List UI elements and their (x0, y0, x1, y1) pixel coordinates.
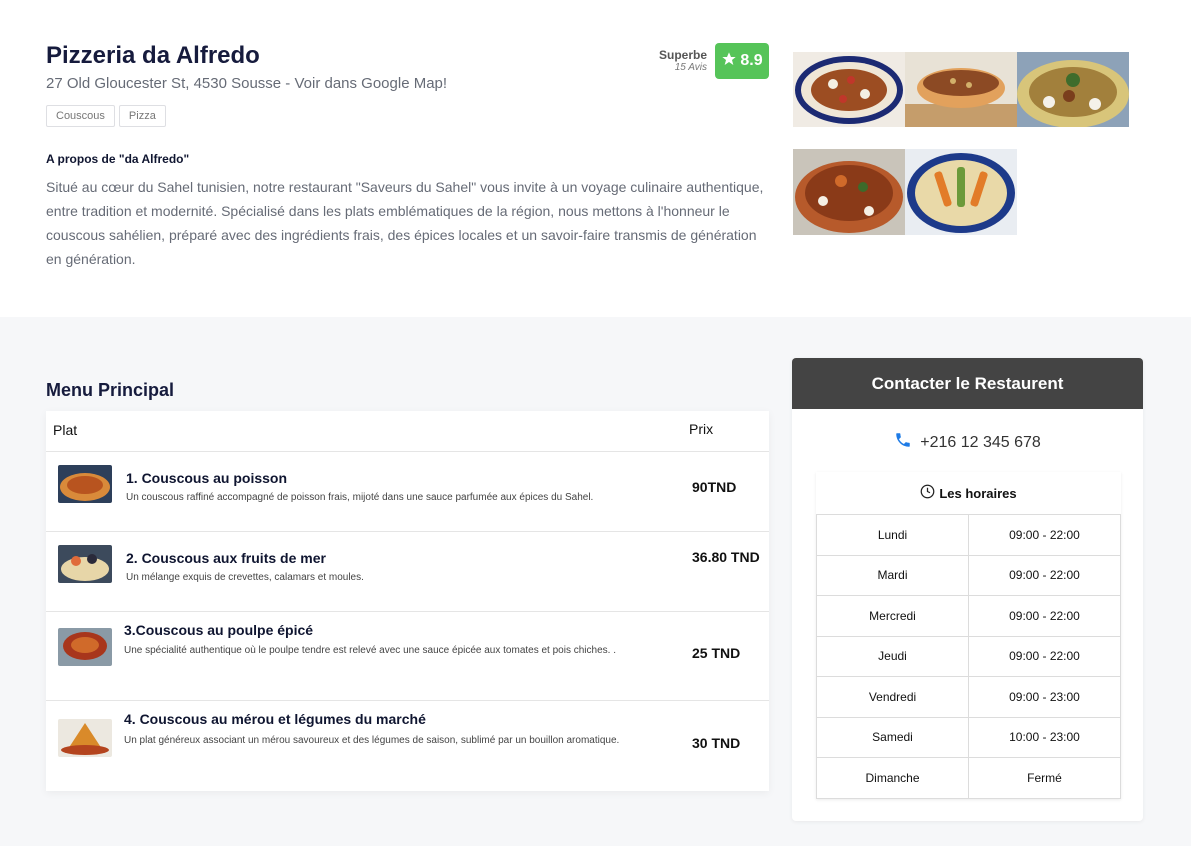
menu-row[interactable]: 1. Couscous au poisson Un couscous raffi… (46, 452, 769, 532)
hours-row: Mercredi 09:00 - 22:00 (816, 595, 1121, 637)
rating-score: 8.9 (740, 52, 763, 69)
hours-time: 10:00 - 23:00 (968, 716, 1121, 758)
contact-card: Contacter le Restaurent +216 12 345 678 … (792, 358, 1143, 821)
hours-day: Samedi (816, 716, 969, 758)
dish-price: 25 TND (692, 645, 741, 661)
hours-day: Mercredi (816, 595, 969, 637)
dish-image (58, 719, 112, 757)
hours-row: Lundi 09:00 - 22:00 (816, 514, 1121, 556)
rating-badge: 8.9 (715, 43, 769, 79)
hours-time: Fermé (968, 757, 1121, 799)
phone-number: +216 12 345 678 (920, 433, 1041, 451)
hours-day: Mardi (816, 554, 969, 596)
menu-table-header: Plat Prix (46, 411, 769, 452)
about-title: A propos de "da Alfredo" (46, 152, 190, 166)
gallery-photo-5[interactable] (905, 149, 1017, 235)
rating-count: 15 Avis (674, 62, 707, 73)
dish-price: 90TND (692, 479, 737, 495)
dish-image (58, 628, 112, 666)
dish-name: 2. Couscous aux fruits de mer (126, 550, 326, 566)
menu-title: Menu Principal (46, 380, 175, 400)
hours-day: Vendredi (816, 676, 969, 718)
cuisine-tags: Couscous Pizza (46, 105, 166, 127)
hours-row: Jeudi 09:00 - 22:00 (816, 635, 1121, 677)
hours-time: 09:00 - 23:00 (968, 676, 1121, 718)
phone-link[interactable]: +216 12 345 678 (792, 431, 1143, 454)
menu-row[interactable]: 2. Couscous aux fruits de mer Un mélange… (46, 532, 769, 612)
rating-summary: Superbe 15 Avis (659, 48, 707, 73)
dish-name: 1. Couscous au poisson (126, 470, 288, 486)
star-icon (721, 51, 737, 72)
hours-day: Jeudi (816, 635, 969, 677)
hours-day: Dimanche (816, 757, 969, 799)
column-prix: Prix (689, 421, 714, 437)
about-text: Situé au cœur du Sahel tunisien, notre r… (46, 179, 764, 267)
hours-time: 09:00 - 22:00 (968, 635, 1121, 677)
menu-row[interactable]: 3.Couscous au poulpe épicé Une spécialit… (46, 612, 769, 701)
opening-hours: Les horaires Lundi 09:00 - 22:00 Mardi 09:… (816, 472, 1121, 799)
restaurant-address-link[interactable]: 27 Old Gloucester St, 4530 Sousse - Voir… (46, 75, 447, 92)
gallery-photo-3[interactable] (1017, 52, 1129, 127)
hours-day: Lundi (816, 514, 969, 556)
dish-price: 36.80 TND (692, 549, 760, 565)
contact-title: Contacter le Restaurent (792, 358, 1143, 409)
hours-row: Dimanche Fermé (816, 757, 1121, 799)
gallery-photo-2[interactable] (905, 52, 1017, 127)
dish-description: Un plat généreux associant un mérou savo… (124, 735, 620, 746)
dish-image (58, 465, 112, 503)
gallery-photo-1[interactable] (793, 52, 905, 127)
menu-table: Plat Prix 1. Couscous au poisson Un cous… (46, 411, 769, 791)
dish-price: 30 TND (692, 735, 741, 751)
hours-time: 09:00 - 22:00 (968, 514, 1121, 556)
restaurant-name: Pizzeria da Alfredo (46, 42, 260, 69)
dish-image (58, 545, 112, 583)
hours-row: Samedi 10:00 - 23:00 (816, 716, 1121, 758)
restaurant-header-section: Pizzeria da Alfredo 27 Old Gloucester St… (0, 0, 1191, 317)
gallery-photo-4[interactable] (793, 149, 905, 235)
dish-name: 3.Couscous au poulpe épicé (124, 622, 314, 638)
clock-icon (920, 484, 935, 502)
hours-time: 09:00 - 22:00 (968, 595, 1121, 637)
tag-couscous[interactable]: Couscous (46, 105, 115, 127)
phone-icon (894, 431, 912, 454)
hours-time: 09:00 - 22:00 (968, 554, 1121, 596)
hours-header: Les horaires (816, 472, 1121, 514)
hours-table: Lundi 09:00 - 22:00 Mardi 09:00 - 22:00 Me… (816, 514, 1121, 799)
hours-row: Vendredi 09:00 - 23:00 (816, 676, 1121, 718)
dish-name: 4. Couscous au mérou et légumes du march… (124, 711, 426, 727)
rating-label: Superbe (658, 48, 707, 62)
dish-description: Un couscous raffiné accompagné de poisso… (126, 492, 594, 503)
dish-description: Une spécialité authentique où le poulpe … (124, 645, 616, 656)
hours-title: Les horaires (939, 485, 1017, 501)
column-plat: Plat (53, 422, 78, 438)
dish-description: Un mélange exquis de crevettes, calamars… (126, 572, 364, 583)
hours-row: Mardi 09:00 - 22:00 (816, 554, 1121, 596)
tag-pizza[interactable]: Pizza (118, 105, 166, 127)
menu-row[interactable]: 4. Couscous au mérou et légumes du march… (46, 701, 769, 791)
